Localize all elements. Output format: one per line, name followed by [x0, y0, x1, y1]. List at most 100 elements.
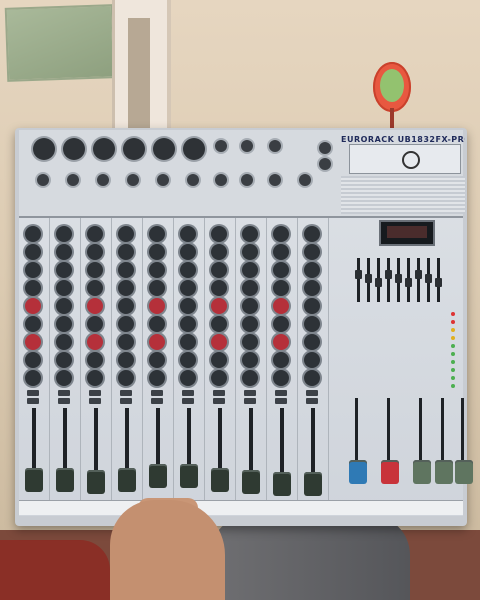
rotary-knob [87, 244, 103, 260]
mirror-glass [380, 69, 404, 102]
rotary-knob [211, 316, 227, 332]
rotary-knob [180, 226, 196, 242]
master-fader-track [441, 398, 444, 468]
rotary-knob [118, 298, 134, 314]
line-jack [215, 140, 227, 152]
rotary-knob [25, 316, 41, 332]
channel-strip [81, 218, 112, 514]
master-fader-track [355, 398, 358, 468]
channel-strip [205, 218, 236, 514]
rotary-knob [242, 334, 258, 350]
eq-slider [405, 278, 412, 287]
eq-slider [435, 278, 442, 287]
channel-fader [87, 470, 105, 494]
rotary-knob [149, 352, 165, 368]
fader-label-strip [19, 500, 463, 515]
channel-fader [304, 472, 322, 496]
red-rug [0, 540, 110, 600]
rotary-knob [273, 334, 289, 350]
rotary-knob [211, 244, 227, 260]
rotary-knob [242, 352, 258, 368]
channel-button [151, 398, 163, 404]
level-led [451, 328, 455, 332]
rotary-knob [211, 352, 227, 368]
channel-button [244, 390, 256, 396]
channel-fader [180, 464, 198, 488]
channel-button [151, 390, 163, 396]
master-fader-track [387, 398, 390, 468]
rotary-knob [56, 226, 72, 242]
line-jack [127, 174, 139, 186]
line-jack [241, 140, 253, 152]
level-led [451, 320, 455, 324]
channel-button [213, 390, 225, 396]
rotary-knob [180, 262, 196, 278]
channel-fader [211, 468, 229, 492]
eq-slider [365, 274, 372, 283]
rotary-knob [56, 352, 72, 368]
rotary-knob [87, 298, 103, 314]
rotary-knob [118, 352, 134, 368]
level-led [451, 352, 455, 356]
xlr-input-2 [63, 138, 85, 160]
rotary-knob [56, 298, 72, 314]
master-fader [381, 460, 399, 484]
rotary-knob [56, 334, 72, 350]
channel-button [89, 390, 101, 396]
level-led [451, 312, 455, 316]
rotary-knob [180, 244, 196, 260]
channel-strip [143, 218, 174, 514]
channel-strip [236, 218, 267, 514]
channel-fader [242, 470, 260, 494]
rotary-knob [25, 352, 41, 368]
channel-strip [298, 218, 329, 514]
rotary-knob [273, 262, 289, 278]
rotary-knob [149, 370, 165, 386]
channel-button [120, 398, 132, 404]
rotary-knob [56, 244, 72, 260]
master-fader [349, 460, 367, 484]
rotary-knob [87, 370, 103, 386]
level-led [451, 376, 455, 380]
rotary-knob [149, 226, 165, 242]
rotary-knob [273, 298, 289, 314]
rotary-knob [304, 280, 320, 296]
xlr-input-6 [183, 138, 205, 160]
rotary-knob [211, 226, 227, 242]
brand-logo [349, 144, 461, 174]
eq-slider [395, 274, 402, 283]
rotary-knob [211, 262, 227, 278]
rotary-knob [180, 280, 196, 296]
rotary-knob [242, 316, 258, 332]
rotary-knob [25, 298, 41, 314]
rotary-knob [149, 298, 165, 314]
rotary-knob [304, 244, 320, 260]
channel-strip [174, 218, 205, 514]
rotary-knob [87, 280, 103, 296]
rotary-knob [211, 280, 227, 296]
rotary-knob [180, 352, 196, 368]
master-fader-track [461, 398, 464, 468]
eq-slider [385, 270, 392, 279]
mixer-console: EURORACK UB1832FX-PRO [15, 128, 473, 526]
channel-button [182, 390, 194, 396]
eq-slider [415, 270, 422, 279]
rotary-knob [304, 352, 320, 368]
display-readout [387, 226, 427, 238]
channel-button [89, 398, 101, 404]
xlr-input-4 [123, 138, 145, 160]
eq-slider [425, 274, 432, 283]
channel-button [27, 390, 39, 396]
channel-fader [149, 464, 167, 488]
level-led [451, 344, 455, 348]
rotary-knob [273, 244, 289, 260]
line-jack [299, 174, 311, 186]
rotary-knob [242, 226, 258, 242]
rotary-knob [118, 280, 134, 296]
rotary-knob [304, 298, 320, 314]
towel [4, 4, 116, 82]
rotary-knob [87, 226, 103, 242]
rotary-knob [242, 244, 258, 260]
level-led [451, 336, 455, 340]
trouser-leg [210, 515, 410, 600]
